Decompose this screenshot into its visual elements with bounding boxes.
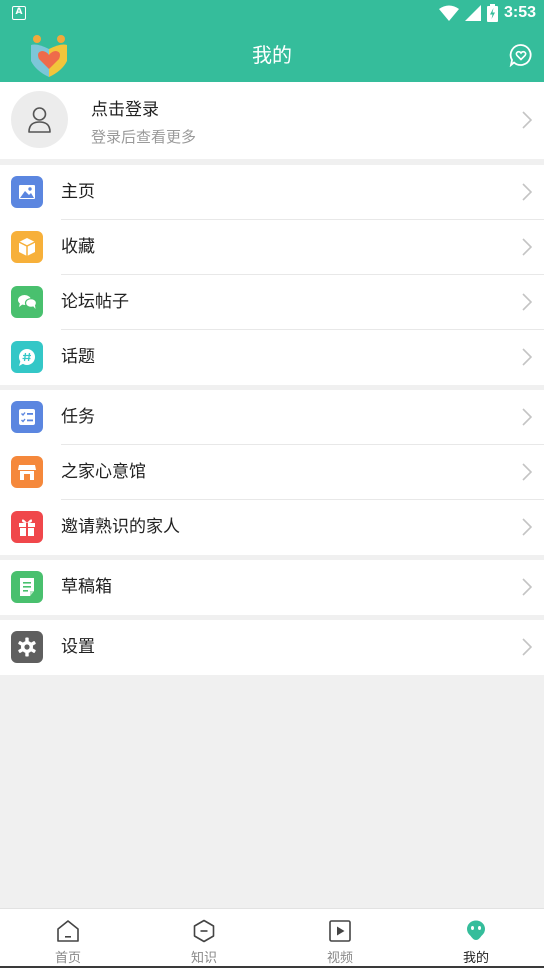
message-heart-icon[interactable] [509,43,533,67]
chevron-right-icon [522,638,532,656]
box-icon [11,231,43,263]
signal-icon [464,5,481,21]
menu-item-drafts[interactable]: 草稿箱 [0,560,544,615]
menu-group-main: 主页 收藏 论坛帖子 话题 [0,165,544,385]
menu-item-gift-store[interactable]: 之家心意馆 [0,445,544,500]
chevron-right-icon [522,183,532,201]
battery-icon [486,4,498,22]
menu-item-forum-posts[interactable]: 论坛帖子 [0,275,544,330]
menu-item-tasks[interactable]: 任务 [0,390,544,445]
tab-label: 知识 [190,951,217,966]
status-icons: 3:53 [438,4,536,22]
menu-item-label: 收藏 [61,237,95,257]
hashtag-icon [11,341,43,373]
menu-item-topics[interactable]: 话题 [0,330,544,385]
menu-item-label: 话题 [61,347,95,367]
menu-item-label: 邀请熟识的家人 [61,517,180,537]
tab-video[interactable]: 视频 [272,909,408,968]
chevron-right-icon [522,518,532,536]
tab-label: 视频 [326,951,353,966]
page-title: 我的 [252,43,292,67]
menu-group-drafts: 草稿箱 [0,560,544,615]
chevron-right-icon [522,408,532,426]
tab-mine[interactable]: 我的 [408,909,544,968]
task-list-icon [11,401,43,433]
chevron-right-icon [522,238,532,256]
login-hint: 登录后查看更多 [91,128,197,146]
user-icon [28,107,51,133]
draft-icon [11,571,43,603]
tab-label: 我的 [462,951,489,966]
menu-item-invite-family[interactable]: 邀请熟识的家人 [0,500,544,555]
status-bar: A 3:53 [0,0,544,28]
chevron-right-icon [522,463,532,481]
menu-item-label: 草稿箱 [61,577,112,597]
chevron-right-icon [522,111,532,129]
app-header: 我的 [0,28,544,82]
image-icon [11,176,43,208]
mine-icon [467,920,485,940]
video-icon [329,920,351,942]
a-icon: A [12,6,26,20]
status-time: 3:53 [503,4,536,21]
chevron-right-icon [522,293,532,311]
gear-icon [11,631,43,663]
menu-item-label: 论坛帖子 [61,292,129,312]
profile-login-row[interactable]: 点击登录 登录后查看更多 [0,82,544,159]
chevron-right-icon [522,348,532,366]
wifi-icon [438,5,459,21]
menu-group-tasks: 任务 之家心意馆 邀请熟识的家人 [0,390,544,555]
menu-item-settings[interactable]: 设置 [0,620,544,675]
menu-item-label: 任务 [61,407,95,427]
login-prompt[interactable]: 点击登录 [91,95,159,120]
menu-item-favorites[interactable]: 收藏 [0,220,544,275]
menu-item-label: 主页 [61,182,95,202]
bottom-tab-bar: 首页 知识 视频 我的 [0,908,544,968]
gift-icon [11,511,43,543]
tab-home[interactable]: 首页 [0,909,136,968]
home-icon [57,920,79,942]
menu-item-homepage[interactable]: 主页 [0,165,544,220]
menu-group-settings: 设置 [0,620,544,675]
avatar[interactable] [11,91,68,148]
chevron-right-icon [522,578,532,596]
store-icon [11,456,43,488]
tab-knowledge[interactable]: 知识 [136,909,272,968]
knowledge-icon [193,919,215,943]
chat-bubbles-icon [11,286,43,318]
menu-item-label: 设置 [61,637,95,657]
tab-label: 首页 [54,951,81,966]
menu-item-label: 之家心意馆 [61,462,146,482]
